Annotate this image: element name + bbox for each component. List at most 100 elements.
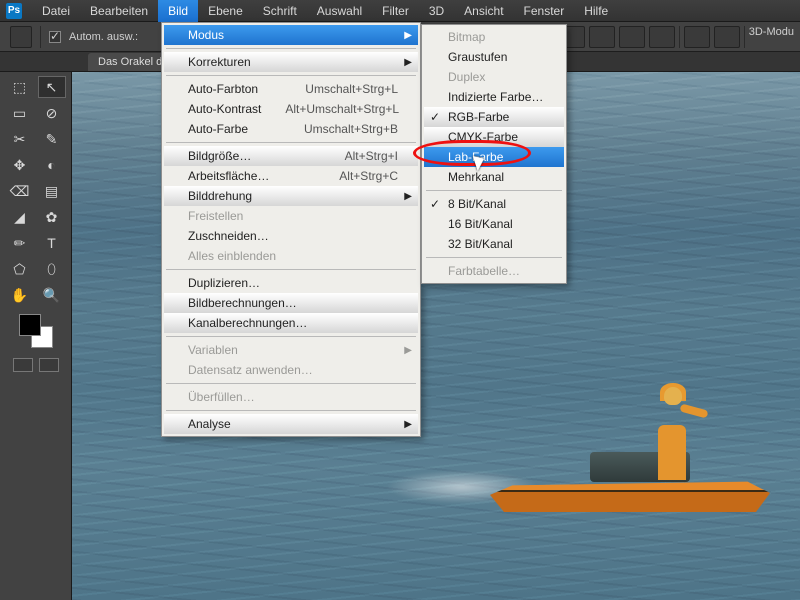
tool-button[interactable]: ⬯ <box>38 258 66 280</box>
menu-filter[interactable]: Filter <box>372 0 419 22</box>
image-fisherman <box>650 385 700 480</box>
menu-ebene[interactable]: Ebene <box>198 0 253 22</box>
menu-auswahl[interactable]: Auswahl <box>307 0 372 22</box>
bild-menu-item[interactable]: Auto-Farbton Umschalt+Strg+L <box>164 79 418 99</box>
separator <box>40 26 41 48</box>
modus-menu-item[interactable]: 32 Bit/Kanal <box>424 234 564 254</box>
bild-menu-item[interactable]: Korrekturen▶ <box>164 52 418 72</box>
app-logo: Ps <box>6 3 22 19</box>
modus-menu-item[interactable]: 16 Bit/Kanal <box>424 214 564 234</box>
tool-button[interactable]: ⬠ <box>6 258 34 280</box>
arrange-icon[interactable] <box>619 26 645 48</box>
bild-menu-item[interactable]: Bilddrehung▶ <box>164 186 418 206</box>
bild-menu-item: Freistellen <box>164 206 418 226</box>
menu-item-label: Bilddrehung <box>188 189 252 203</box>
menu-separator <box>166 142 416 143</box>
menu-item-label: Überfüllen… <box>188 390 255 404</box>
menu-item-label: Bildberechnungen… <box>188 296 297 310</box>
distribute-icon[interactable] <box>684 26 710 48</box>
bild-menu-item: Datensatz anwenden… <box>164 360 418 380</box>
tool-button[interactable]: ▤ <box>38 180 66 202</box>
bild-menu-item[interactable]: Auto-Farbe Umschalt+Strg+B <box>164 119 418 139</box>
menu-bild[interactable]: Bild <box>158 0 198 22</box>
modus-menu-item[interactable]: Lab-Farbe <box>424 147 564 167</box>
modus-menu-item[interactable]: Mehrkanal <box>424 167 564 187</box>
distribute-icon[interactable] <box>714 26 740 48</box>
bild-menu-item[interactable]: Modus▶ <box>164 25 418 45</box>
tool-button[interactable]: ◢ <box>6 206 34 228</box>
tool-button[interactable]: ✥ <box>6 154 34 176</box>
menu-separator <box>426 257 562 258</box>
menu-separator <box>166 410 416 411</box>
bild-menu-item[interactable]: Kanalberechnungen… <box>164 313 418 333</box>
bild-menu-item[interactable]: Bildberechnungen… <box>164 293 418 313</box>
bild-menu-item[interactable]: Zuschneiden… <box>164 226 418 246</box>
align-icon[interactable] <box>589 26 615 48</box>
menu-item-label: Datensatz anwenden… <box>188 363 313 377</box>
bild-menu-item[interactable]: Duplizieren… <box>164 273 418 293</box>
arrange-icon[interactable] <box>649 26 675 48</box>
menubar: Ps Datei Bearbeiten Bild Ebene Schrift A… <box>0 0 800 22</box>
modus-menu-item[interactable]: Graustufen <box>424 47 564 67</box>
tool-button[interactable]: ▭ <box>6 102 34 124</box>
modus-menu-item[interactable]: ✓8 Bit/Kanal <box>424 194 564 214</box>
tool-button[interactable]: ⊘ <box>38 102 66 124</box>
menu-item-label: Indizierte Farbe… <box>448 90 543 104</box>
menu-item-label: Graustufen <box>448 50 507 64</box>
tool-button[interactable]: ⌫ <box>6 180 34 202</box>
tool-button[interactable]: T <box>38 232 66 254</box>
auto-select-checkbox[interactable] <box>49 31 61 43</box>
foreground-swatch[interactable] <box>19 314 41 336</box>
menu-shortcut: Alt+Strg+C <box>315 169 398 183</box>
tool-button[interactable]: ✎ <box>38 128 66 150</box>
menu-bearbeiten[interactable]: Bearbeiten <box>80 0 158 22</box>
menu-shortcut: Umschalt+Strg+L <box>281 82 398 96</box>
bild-menu-item[interactable]: Auto-KontrastAlt+Umschalt+Strg+L <box>164 99 418 119</box>
submenu-arrow-icon: ▶ <box>404 345 412 356</box>
bild-menu-item[interactable]: Arbeitsfläche… Alt+Strg+C <box>164 166 418 186</box>
menu-separator <box>426 190 562 191</box>
modus-menu-item[interactable]: ✓RGB-Farbe <box>424 107 564 127</box>
menu-item-label: Auto-Kontrast <box>188 102 261 116</box>
menu-separator <box>166 75 416 76</box>
tool-button[interactable]: ⬚ <box>6 76 34 98</box>
separator <box>679 26 680 48</box>
menu-shortcut: Alt+Umschalt+Strg+L <box>261 102 399 116</box>
dropdown-bild: Modus▶ Korrekturen▶ Auto-Farbton Umschalt+S… <box>161 22 421 437</box>
menu-item-label: 16 Bit/Kanal <box>448 217 513 231</box>
tool-button[interactable]: ◐ <box>38 154 66 176</box>
menu-schrift[interactable]: Schrift <box>253 0 307 22</box>
screenmode-icon[interactable] <box>39 358 59 372</box>
tool-button[interactable]: 🔍 <box>38 284 66 306</box>
modus-menu-item[interactable]: CMYK-Farbe <box>424 127 564 147</box>
menu-item-label: Duplex <box>448 70 485 84</box>
menu-item-label: Auto-Farbton <box>188 82 258 96</box>
tool-button[interactable]: ✿ <box>38 206 66 228</box>
tool-button[interactable]: ✏ <box>6 232 34 254</box>
menu-item-label: Auto-Farbe <box>188 122 248 136</box>
tool-button[interactable]: ↖ <box>38 76 66 98</box>
menu-item-label: Mehrkanal <box>448 170 504 184</box>
menu-item-label: Arbeitsfläche… <box>188 169 269 183</box>
menu-hilfe[interactable]: Hilfe <box>574 0 618 22</box>
menu-shortcut: Umschalt+Strg+B <box>280 122 398 136</box>
tool-panel: ⬚↖▭⊘✂✎✥◐⌫▤◢✿✏T⬠⬯✋🔍 <box>0 72 72 600</box>
3d-mode-label: 3D-Modu <box>749 26 794 48</box>
menu-datei[interactable]: Datei <box>32 0 80 22</box>
menu-fenster[interactable]: Fenster <box>514 0 575 22</box>
menu-ansicht[interactable]: Ansicht <box>454 0 513 22</box>
bild-menu-item[interactable]: Analyse▶ <box>164 414 418 434</box>
menu-3d[interactable]: 3D <box>419 0 454 22</box>
tool-button[interactable]: ✋ <box>6 284 34 306</box>
bild-menu-item[interactable]: Bildgröße…Alt+Strg+I <box>164 146 418 166</box>
separator <box>744 26 745 48</box>
tool-button[interactable]: ✂ <box>6 128 34 150</box>
menu-item-label: Lab-Farbe <box>448 150 503 164</box>
quickmask-icon[interactable] <box>13 358 33 372</box>
menu-item-label: Duplizieren… <box>188 276 260 290</box>
options-bar-right: 3D-Modu <box>529 26 800 48</box>
move-tool-preset-icon[interactable] <box>10 26 32 48</box>
color-swatches[interactable] <box>19 314 53 348</box>
menu-item-label: Bitmap <box>448 30 485 44</box>
modus-menu-item[interactable]: Indizierte Farbe… <box>424 87 564 107</box>
